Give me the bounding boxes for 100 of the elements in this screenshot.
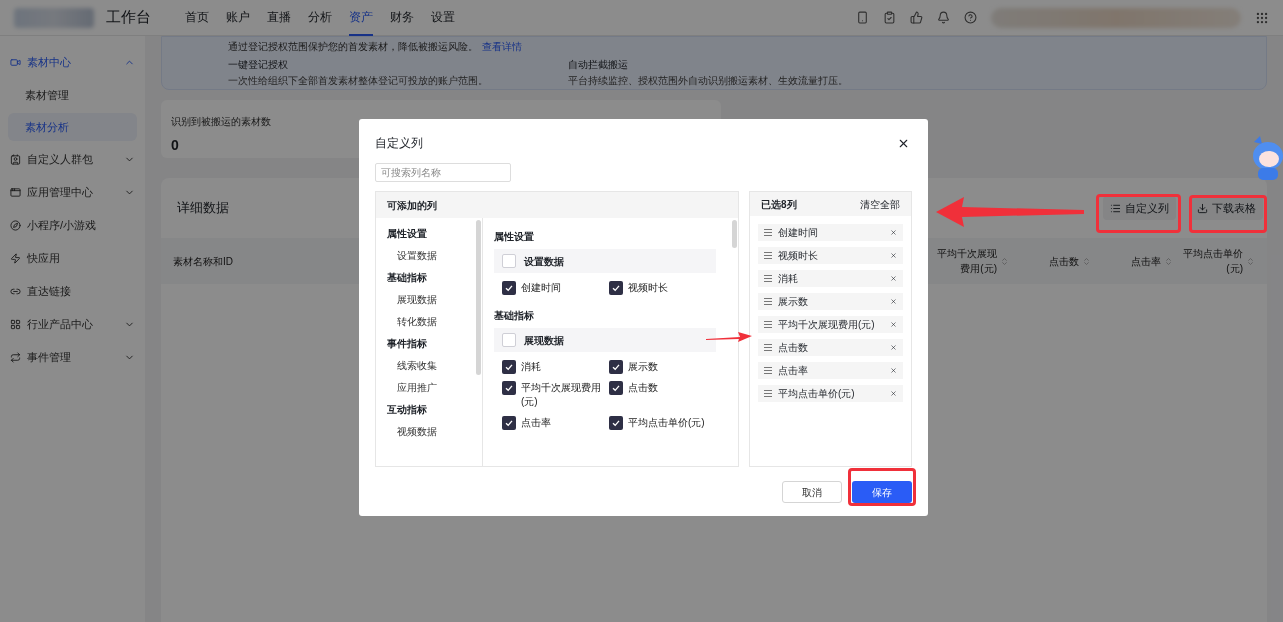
scrollbar-thumb[interactable]: [476, 220, 481, 375]
column-option: 视频时长: [628, 281, 668, 295]
sidebar-item[interactable]: 自定义人群包: [8, 143, 137, 176]
clipboard-icon[interactable]: [883, 11, 896, 24]
column-header: 点击数: [1048, 254, 1079, 269]
help-icon[interactable]: [964, 11, 977, 24]
logo-icon: [14, 7, 94, 28]
remove-icon[interactable]: [890, 321, 897, 328]
nav-tab[interactable]: 首页: [185, 0, 209, 36]
subcategory-link[interactable]: 转化数据: [387, 310, 476, 332]
checkmark-icon: [611, 283, 621, 293]
selected-column-item[interactable]: 展示数: [758, 293, 903, 310]
checkbox[interactable]: [502, 360, 516, 374]
category-link[interactable]: 互动指标: [387, 398, 476, 420]
grid-icon: [10, 319, 21, 330]
checkbox[interactable]: [502, 254, 516, 268]
selected-column-item[interactable]: 平均千次展现费用(元): [758, 316, 903, 333]
nav-tab[interactable]: 分析: [308, 0, 332, 36]
checkmark-icon: [611, 383, 621, 393]
contact-card-icon: [10, 154, 21, 165]
bell-icon[interactable]: [937, 11, 950, 24]
subcategory-link[interactable]: 视频数据: [387, 420, 476, 442]
drag-handle-icon[interactable]: [764, 229, 772, 236]
selected-column-item[interactable]: 平均点击单价(元): [758, 385, 903, 402]
customize-columns-button[interactable]: 自定义列: [1103, 196, 1176, 220]
checkmark-icon: [611, 418, 621, 428]
sidebar-item[interactable]: 事件管理: [8, 341, 137, 374]
remove-icon[interactable]: [890, 390, 897, 397]
sidebar-item[interactable]: 应用管理中心: [8, 176, 137, 209]
drag-handle-icon[interactable]: [764, 390, 772, 397]
nav-tab[interactable]: 账户: [226, 0, 250, 36]
nav-tab[interactable]: 设置: [431, 0, 455, 36]
sidebar-item[interactable]: 小程序/小游戏: [8, 209, 137, 242]
subcategory-link[interactable]: 设置数据: [387, 244, 476, 266]
brand-title: 工作台: [106, 7, 151, 28]
apps-grid-icon[interactable]: [1255, 10, 1269, 25]
banner-intro: 通过登记授权范围保护您的首发素材，降低被搬运风险。: [228, 39, 478, 54]
section-heading: 属性设置: [494, 229, 535, 244]
remove-icon[interactable]: [890, 252, 897, 259]
checkbox[interactable]: [502, 381, 516, 395]
phone-icon[interactable]: [856, 11, 869, 24]
selected-column-item[interactable]: 点击率: [758, 362, 903, 379]
remove-icon[interactable]: [890, 275, 897, 282]
checkbox[interactable]: [502, 333, 516, 347]
drag-handle-icon[interactable]: [764, 367, 772, 374]
selected-column-label: 视频时长: [778, 249, 818, 263]
sidebar-item[interactable]: 快应用: [8, 242, 137, 275]
sidebar-subitem[interactable]: 素材管理: [8, 81, 137, 109]
checkbox[interactable]: [502, 281, 516, 295]
nav-tab[interactable]: 直播: [267, 0, 291, 36]
subcategory-link[interactable]: 展现数据: [387, 288, 476, 310]
remove-icon[interactable]: [890, 367, 897, 374]
category-link[interactable]: 属性设置: [387, 222, 476, 244]
drag-handle-icon[interactable]: [764, 298, 772, 305]
sidebar-item[interactable]: 行业产品中心: [8, 308, 137, 341]
column-option: 点击数: [628, 381, 658, 395]
stat-value: 0: [171, 136, 179, 155]
drag-handle-icon[interactable]: [764, 321, 772, 328]
arrow-icon: [936, 197, 1084, 227]
checkbox[interactable]: [502, 416, 516, 430]
thumbs-up-icon[interactable]: [910, 11, 923, 24]
drag-handle-icon[interactable]: [764, 344, 772, 351]
checkbox[interactable]: [609, 416, 623, 430]
group-row[interactable]: 展现数据: [494, 328, 716, 352]
arrow-icon: [706, 331, 752, 343]
selected-column-item[interactable]: 视频时长: [758, 247, 903, 264]
checkbox[interactable]: [609, 360, 623, 374]
column-header: 平均点击单价(元): [1183, 247, 1243, 276]
selected-column-item[interactable]: 消耗: [758, 270, 903, 287]
sidebar-item[interactable]: 素材中心: [8, 46, 137, 79]
remove-icon[interactable]: [890, 229, 897, 236]
category-link[interactable]: 事件指标: [387, 332, 476, 354]
scrollbar-thumb[interactable]: [732, 220, 737, 248]
category-link[interactable]: 基础指标: [387, 266, 476, 288]
selected-column-item[interactable]: 创建时间: [758, 224, 903, 241]
search-field[interactable]: 可搜索列名称: [375, 163, 511, 182]
cancel-button[interactable]: 取消: [782, 481, 842, 503]
sidebar-item[interactable]: 直达链接: [8, 275, 137, 308]
repeat-icon: [10, 352, 21, 363]
clear-all-link[interactable]: 清空全部: [860, 196, 900, 212]
drag-handle-icon[interactable]: [764, 275, 772, 282]
save-button[interactable]: 保存: [852, 481, 912, 503]
download-icon: [1197, 202, 1208, 214]
selected-column-label: 点击率: [778, 364, 808, 378]
group-row[interactable]: 设置数据: [494, 249, 716, 273]
nav-tab[interactable]: 财务: [390, 0, 414, 36]
subcategory-link[interactable]: 应用推广: [387, 376, 476, 398]
selected-column-label: 展示数: [778, 295, 808, 309]
checkbox[interactable]: [609, 281, 623, 295]
app-window-icon: [10, 187, 21, 198]
drag-handle-icon[interactable]: [764, 252, 772, 259]
selected-column-label: 创建时间: [778, 226, 818, 240]
remove-icon[interactable]: [890, 298, 897, 305]
selected-column-item[interactable]: 点击数: [758, 339, 903, 356]
section-title: 详细数据: [177, 199, 229, 218]
panel-title: 已选8列: [761, 197, 797, 212]
checkbox[interactable]: [609, 381, 623, 395]
dialog-title: 自定义列: [375, 135, 424, 152]
remove-icon[interactable]: [890, 344, 897, 351]
subcategory-link[interactable]: 线索收集: [387, 354, 476, 376]
